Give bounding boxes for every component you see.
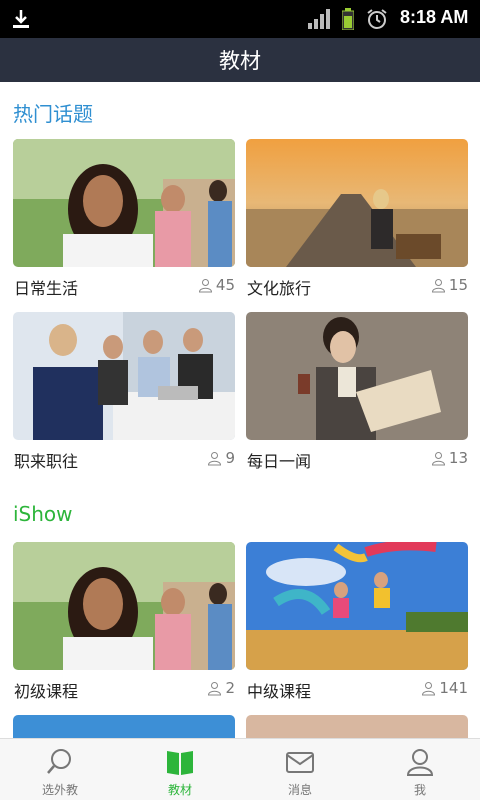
card-image: [246, 312, 468, 440]
battery-icon: [342, 8, 354, 30]
card-count-value: 45: [215, 276, 235, 294]
card-count-value: 15: [448, 276, 468, 294]
card-count: 15: [431, 276, 468, 294]
download-icon: [13, 10, 29, 28]
tab-label: 我: [413, 783, 426, 797]
bottom-tab-bar: 选外教 教材 消息 我: [0, 738, 480, 800]
card-image: [246, 542, 468, 670]
card-partial[interactable]: [13, 715, 235, 738]
card-count: 45: [198, 276, 235, 294]
card-culture-travel[interactable]: 文化旅行 15: [246, 139, 468, 298]
card-image: [13, 139, 235, 267]
card-image: [246, 715, 468, 738]
card-label: 每日一闻: [247, 452, 312, 471]
section-title-hot-topics: 热门话题: [13, 102, 93, 126]
card-count: 9: [207, 449, 235, 467]
card-label: 文化旅行: [247, 279, 312, 298]
person-icon: [208, 681, 222, 695]
card-count: 141: [421, 679, 468, 697]
card-label: 日常生活: [14, 279, 79, 298]
card-count: 13: [431, 449, 468, 467]
alarm-icon: [367, 9, 387, 29]
person-icon: [406, 749, 434, 776]
card-image: [13, 542, 235, 670]
card-partial[interactable]: [246, 715, 468, 738]
header: 教材: [0, 38, 480, 82]
person-icon: [422, 681, 436, 695]
tab-messages[interactable]: 消息: [240, 739, 360, 800]
signal-icon: [308, 9, 330, 29]
card-image: [13, 715, 235, 738]
person-icon: [431, 451, 445, 465]
person-icon: [208, 451, 222, 465]
content-list[interactable]: 热门话题 日常生活 45 文化旅行 15 职来职往 9 每日一闻 13 iSho…: [0, 82, 480, 738]
tab-me[interactable]: 我: [360, 739, 480, 800]
card-beginner-course[interactable]: 初级课程 2: [13, 542, 235, 701]
card-career[interactable]: 职来职往 9: [13, 312, 235, 471]
card-daily-life[interactable]: 日常生活 45: [13, 139, 235, 298]
card-daily-news[interactable]: 每日一闻 13: [246, 312, 468, 471]
tab-textbooks[interactable]: 教材: [120, 739, 240, 800]
search-icon: [47, 749, 71, 774]
tab-label: 选外教: [41, 783, 78, 797]
card-count: 2: [207, 679, 235, 697]
person-icon: [431, 278, 445, 292]
page-title: 教材: [219, 49, 261, 73]
card-label: 职来职往: [14, 452, 79, 471]
card-image: [13, 312, 235, 440]
mail-icon: [286, 752, 314, 773]
card-image: [246, 139, 468, 267]
status-bar: 8:18 AM: [0, 0, 480, 38]
status-time: 8:18 AM: [400, 7, 469, 27]
card-count-value: 141: [439, 679, 468, 697]
book-icon: [167, 751, 193, 775]
section-title-ishow: iShow: [13, 502, 73, 526]
tab-label: 教材: [167, 783, 192, 797]
card-label: 初级课程: [14, 682, 79, 701]
tab-choose-teacher[interactable]: 选外教: [0, 739, 120, 800]
card-intermediate-course[interactable]: 中级课程 141: [246, 542, 468, 701]
card-count-value: 9: [225, 449, 235, 467]
tab-label: 消息: [287, 783, 312, 797]
card-count-value: 13: [448, 449, 468, 467]
card-count-value: 2: [225, 679, 235, 697]
person-icon: [198, 278, 212, 292]
card-label: 中级课程: [247, 682, 312, 701]
